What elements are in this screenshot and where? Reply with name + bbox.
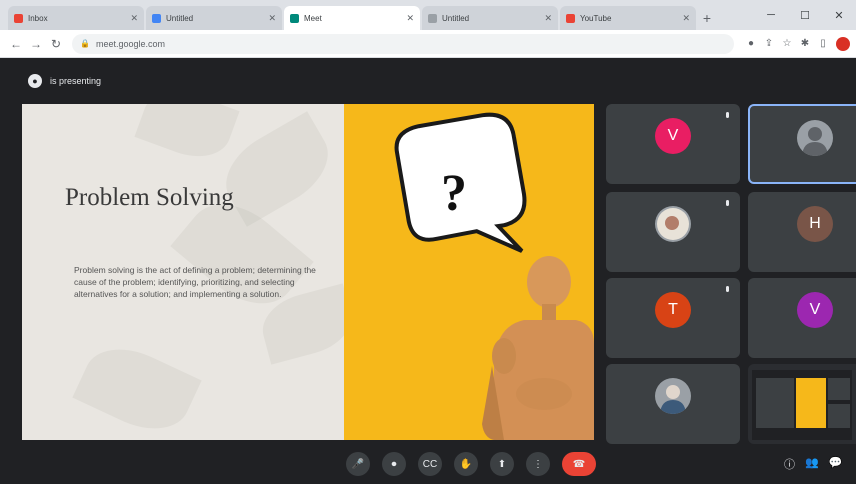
tab-close-icon[interactable]: ✕ [268, 13, 276, 24]
profile-avatar[interactable] [836, 36, 850, 51]
tab-close-icon[interactable]: ✕ [406, 13, 414, 24]
tab-label: Untitled [442, 13, 470, 23]
camera-indicator-icon[interactable]: ● [742, 34, 760, 54]
slide-image-panel: ? [344, 104, 594, 440]
lock-icon: 🔒 [80, 39, 90, 48]
more-vertical-icon: ⋮ [533, 458, 543, 470]
url-input[interactable]: 🔒 meet.google.com [72, 33, 734, 54]
participant-tile[interactable]: T [606, 278, 740, 358]
participant-tile[interactable]: H [748, 192, 856, 272]
participant-tile-screenshare[interactable] [748, 364, 856, 444]
reload-icon[interactable]: ↻ [46, 34, 66, 54]
participant-tile[interactable]: V [748, 278, 856, 358]
participant-tile-active[interactable] [748, 104, 856, 184]
address-bar-row: ← → ↻ 🔒 meet.google.com ● ⇪ ☆ ✱ ▯ [0, 30, 856, 58]
participant-avatar: V [797, 292, 833, 328]
meeting-control-bar: 🎤 ⏺ CC ✋ ⬆ ⋮ ☎ ⓘ 👥 💬 [0, 448, 856, 484]
extension-icon[interactable]: ✱ [796, 34, 814, 54]
slide-body-text: Problem solving is the act of defining a… [74, 265, 316, 299]
slide-title: Problem Solving [65, 184, 234, 211]
screen-preview-thumbnail [752, 370, 852, 440]
maximize-button[interactable]: ☐ [788, 0, 822, 30]
participant-tile[interactable]: V [606, 104, 740, 184]
tab-label: Inbox [28, 13, 48, 23]
tab-label: Untitled [166, 13, 194, 23]
tab-label: Meet [304, 13, 322, 23]
tab-favicon-icon [428, 13, 437, 23]
close-window-button[interactable]: ✕ [822, 0, 856, 30]
tab-close-icon[interactable]: ✕ [130, 13, 138, 24]
question-mark-text: ? [441, 165, 467, 222]
people-icon[interactable]: 👥 [805, 456, 819, 472]
share-icon[interactable]: ⇪ [760, 34, 778, 54]
camera-button[interactable]: ⏺ [382, 452, 406, 476]
tab-favicon-icon [14, 13, 23, 23]
presenting-banner: ● is presenting [28, 70, 101, 92]
mic-muted-icon [724, 112, 731, 121]
slide-text-panel: Problem Solving Problem solving is the a… [22, 104, 359, 440]
sidepanel-icon[interactable]: ▯ [814, 34, 832, 54]
participant-avatar: V [655, 118, 691, 154]
browser-tab-active[interactable]: Meet ✕ [284, 6, 420, 30]
call-controls: 🎤 ⏺ CC ✋ ⬆ ⋮ ☎ [346, 452, 596, 476]
person-photo-icon [660, 385, 686, 414]
microphone-icon: 🎤 [351, 458, 365, 470]
tab-label: YouTube [580, 13, 612, 23]
captions-button[interactable]: CC [418, 452, 442, 476]
present-icon: ⬆ [497, 458, 507, 470]
person-photo-icon [657, 208, 689, 240]
phone-hangup-icon: ☎ [572, 458, 586, 470]
tab-favicon-icon [290, 13, 299, 23]
camera-icon: ⏺ [391, 458, 397, 470]
tab-close-icon[interactable]: ✕ [544, 13, 552, 24]
minimize-button[interactable]: ─ [754, 0, 788, 30]
raise-hand-button[interactable]: ✋ [454, 452, 478, 476]
microphone-button[interactable]: 🎤 [346, 452, 370, 476]
browser-tab-bar: Inbox ✕ Untitled ✕ Meet ✕ Untitled ✕ You… [0, 0, 856, 30]
presenter-avatar-icon: ● [28, 74, 42, 88]
back-arrow-icon[interactable]: ← [6, 34, 26, 54]
chat-icon[interactable]: 💬 [829, 456, 843, 472]
participant-tile[interactable] [606, 364, 740, 444]
mic-muted-icon [724, 286, 731, 295]
meet-window: ● is presenting Problem Solving Problem … [0, 58, 856, 484]
tab-close-icon[interactable]: ✕ [682, 13, 690, 24]
new-tab-button[interactable]: + [698, 6, 716, 30]
presenting-text: is presenting [50, 76, 102, 86]
captions-icon: CC [422, 458, 438, 470]
browser-tab[interactable]: Untitled ✕ [422, 6, 558, 30]
hand-icon: ✋ [459, 458, 473, 470]
url-text: meet.google.com [95, 38, 166, 49]
presentation-slide: Problem Solving Problem solving is the a… [22, 104, 594, 440]
participant-avatar-photo [797, 120, 833, 156]
window-controls: ─ ☐ ✕ [754, 0, 856, 30]
person-photo-icon [802, 127, 828, 156]
participant-avatar: H [797, 206, 833, 242]
star-icon[interactable]: ☆ [778, 34, 796, 54]
meeting-side-controls: ⓘ 👥 💬 [784, 456, 842, 472]
info-icon[interactable]: ⓘ [784, 456, 795, 472]
participant-avatar: T [655, 292, 691, 328]
browser-tab[interactable]: YouTube ✕ [560, 6, 696, 30]
browser-tab[interactable]: Inbox ✕ [8, 6, 144, 30]
more-options-button[interactable]: ⋮ [526, 452, 550, 476]
end-call-button[interactable]: ☎ [562, 452, 596, 476]
participant-avatar-photo [655, 206, 691, 242]
participant-avatar-photo [655, 378, 691, 414]
participant-tile[interactable] [606, 192, 740, 272]
mic-muted-icon [724, 200, 731, 209]
browser-tab[interactable]: Untitled ✕ [146, 6, 282, 30]
forward-arrow-icon[interactable]: → [26, 34, 46, 54]
mannequin-question-illustration: ? [394, 112, 594, 440]
tab-favicon-icon [152, 13, 161, 23]
present-button[interactable]: ⬆ [490, 452, 514, 476]
tab-favicon-icon [566, 13, 575, 23]
